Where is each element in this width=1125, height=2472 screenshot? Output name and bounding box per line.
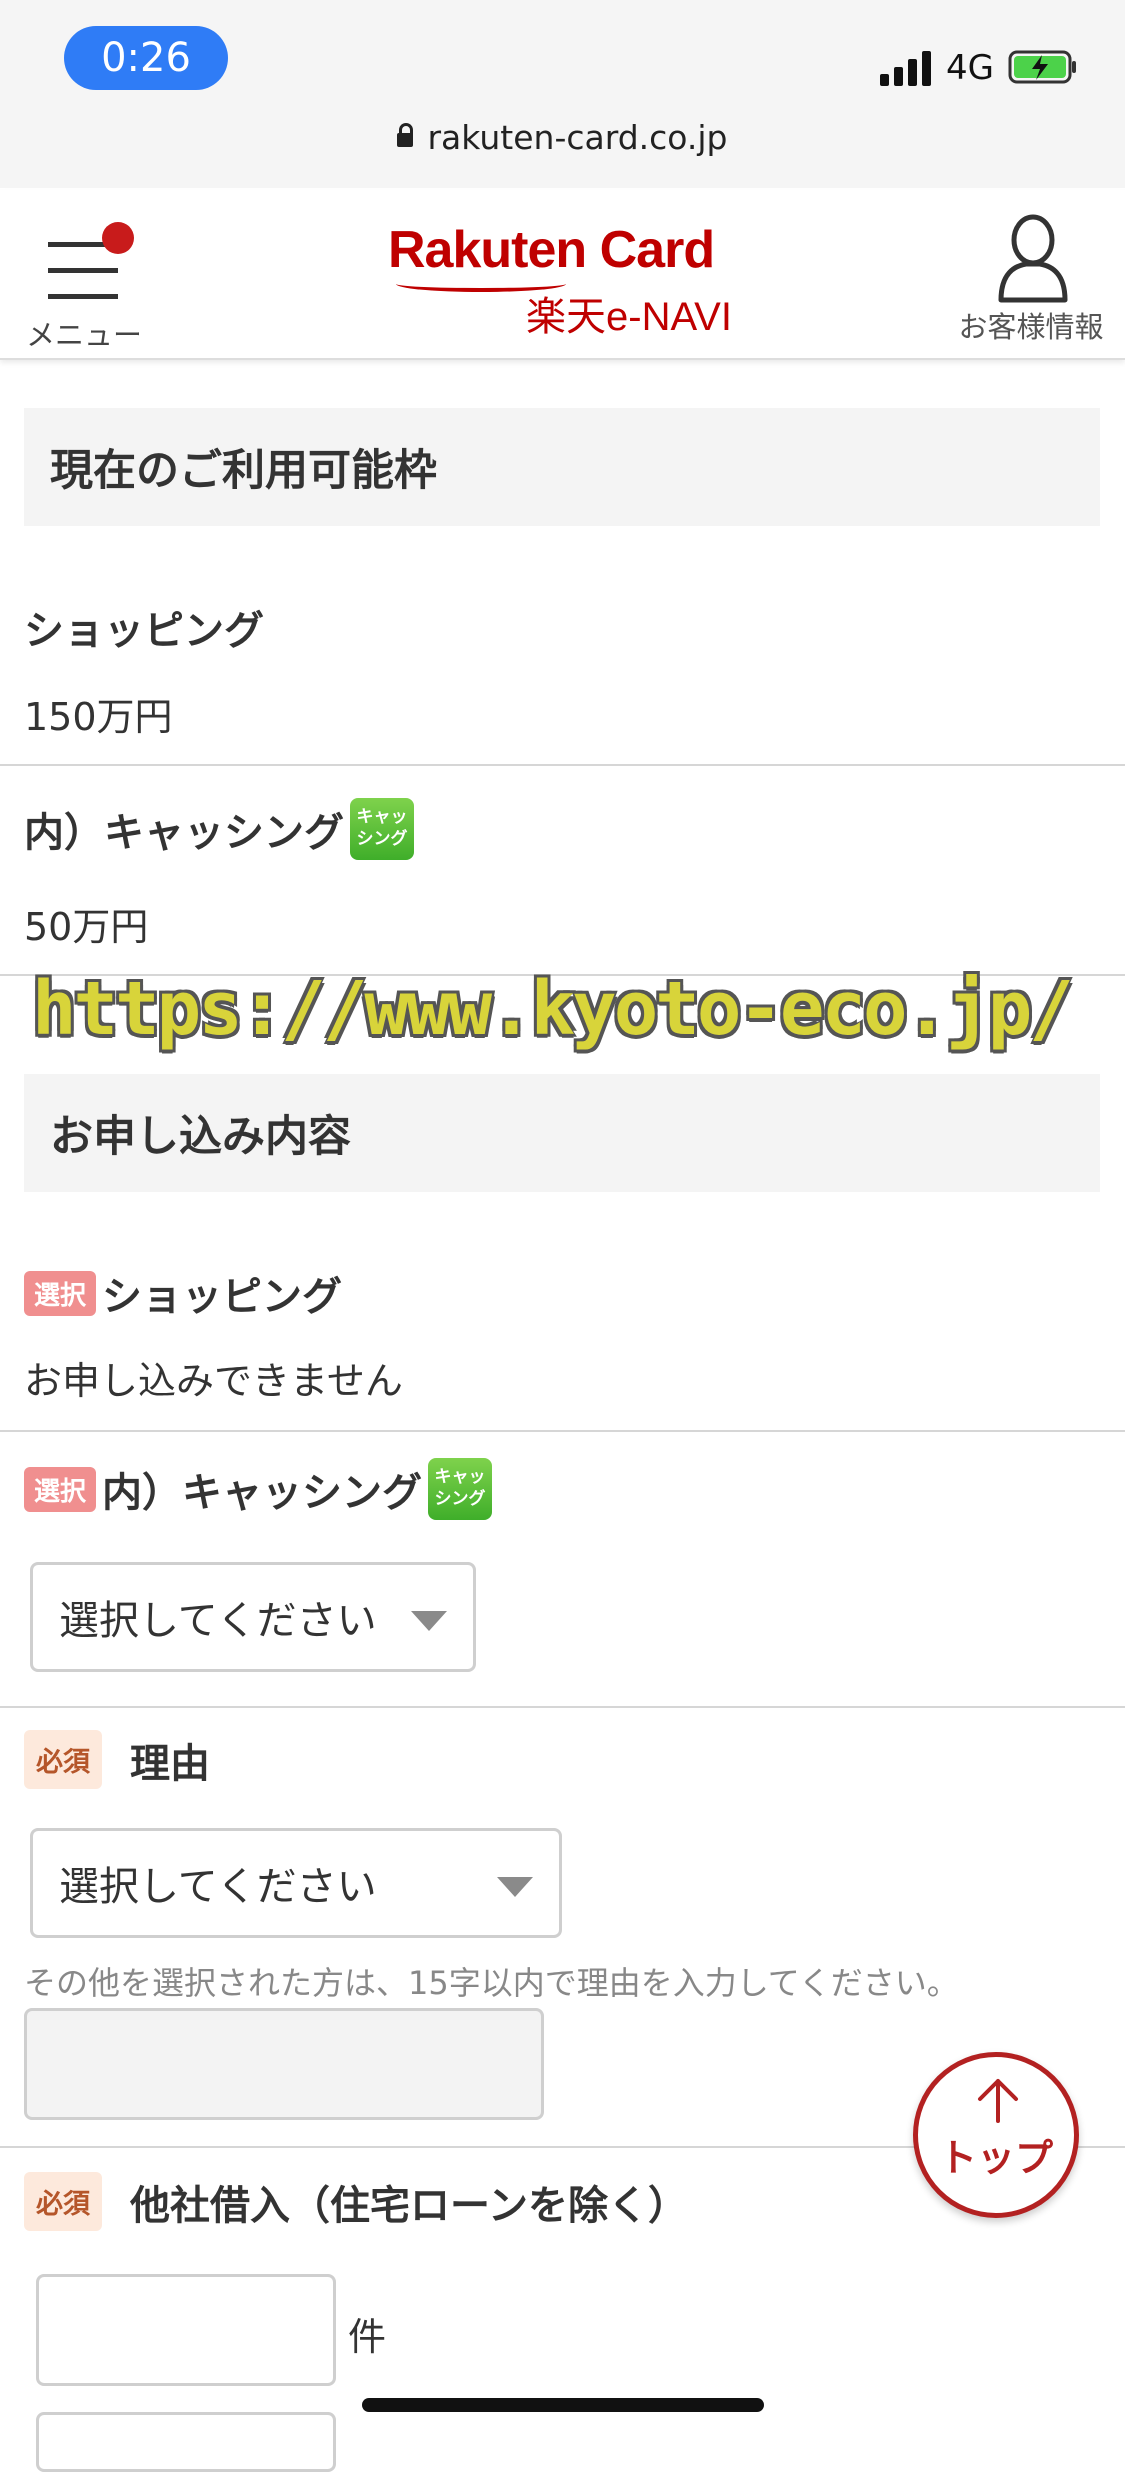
divider: [0, 764, 1125, 766]
notification-dot: [102, 222, 134, 254]
home-indicator[interactable]: [362, 2398, 764, 2412]
select-badge: 選択: [24, 1270, 97, 1316]
site-header: メニュー Rakuten Card 楽天e-NAVI お客様情報: [0, 190, 1125, 360]
logo-text-bottom: 楽天e-NAVI: [526, 295, 732, 339]
count-unit: 件: [348, 2315, 387, 2359]
chevron-down-icon: [497, 1877, 533, 1897]
other-loans-row: 必須 他社借入（住宅ローンを除く）: [24, 2172, 688, 2231]
cashing-select-value: 選択してください: [59, 1598, 377, 1644]
cashing-apply-row: 選択 内）キャッシング キャッ シング: [24, 1458, 493, 1520]
account-button[interactable]: お客様情報: [946, 204, 1116, 344]
reason-label: 理由: [130, 1740, 210, 1787]
battery-icon: [1008, 50, 1076, 84]
shopping-limit-label: ショッピング: [24, 608, 264, 654]
watermark-url: https://www.kyoto-eco.jp/: [32, 966, 1074, 1052]
status-bar: 0:26 4G rakuten-card.co.jp: [0, 0, 1125, 188]
reason-row: 必須 理由: [24, 1730, 210, 1789]
cashing-apply-label: 内）キャッシング: [102, 1470, 423, 1516]
required-badge: 必須: [24, 2172, 102, 2231]
divider: [0, 1430, 1125, 1432]
shopping-apply-status: お申し込みできません: [24, 1359, 403, 1403]
reason-select-value: 選択してください: [59, 1864, 377, 1910]
chevron-down-icon: [411, 1611, 447, 1631]
scroll-top-label: トップ: [938, 2136, 1053, 2180]
account-label: お客様情報: [958, 310, 1104, 344]
shopping-apply-label: ショッピング: [102, 1274, 343, 1320]
divider: [0, 1706, 1125, 1708]
other-loans-count-input[interactable]: [36, 2274, 336, 2386]
required-badge: 必須: [24, 1730, 102, 1789]
scroll-top-button[interactable]: トップ: [913, 2052, 1079, 2218]
menu-button[interactable]: メニュー: [22, 208, 146, 352]
other-loans-amount-input[interactable]: [36, 2412, 336, 2472]
url-text: rakuten-card.co.jp: [427, 118, 728, 157]
cashing-limit-row: 内）キャッシング キャッ シング: [24, 798, 414, 860]
reason-note: その他を選択された方は、15字以内で理由を入力してください。: [24, 1964, 959, 2002]
signal-icon: [880, 50, 934, 86]
status-time: 0:26: [64, 26, 228, 90]
logo-text-top: Rakuten Card: [388, 221, 715, 279]
available-limit-heading: 現在のご利用可能枠: [24, 408, 1100, 526]
reason-select[interactable]: 選択してください: [30, 1828, 562, 1938]
arrow-up-icon: [978, 2079, 1018, 2123]
cashing-limit-value: 50万円: [24, 905, 149, 949]
application-heading: お申し込み内容: [24, 1074, 1100, 1192]
user-icon: [998, 214, 1068, 303]
cashing-limit-label: 内）キャッシング: [24, 810, 344, 856]
reason-text-input[interactable]: [24, 2008, 544, 2120]
address-bar[interactable]: rakuten-card.co.jp: [0, 118, 1125, 157]
other-loans-label: 他社借入（住宅ローンを除く）: [130, 2182, 688, 2229]
select-badge: 選択: [24, 1466, 97, 1512]
rakuten-card-logo[interactable]: Rakuten Card 楽天e-NAVI: [388, 220, 740, 339]
cashing-badge-icon: キャッ シング: [428, 1458, 493, 1520]
shopping-apply-row: 選択 ショッピング: [24, 1264, 342, 1322]
cashing-amount-select[interactable]: 選択してください: [30, 1562, 476, 1672]
menu-label: メニュー: [25, 318, 142, 352]
network-type: 4G: [946, 48, 994, 88]
cashing-badge-icon: キャッ シング: [350, 798, 414, 860]
shopping-limit-value: 150万円: [24, 695, 173, 739]
hamburger-icon: [48, 242, 118, 302]
lock-icon: [397, 123, 414, 147]
